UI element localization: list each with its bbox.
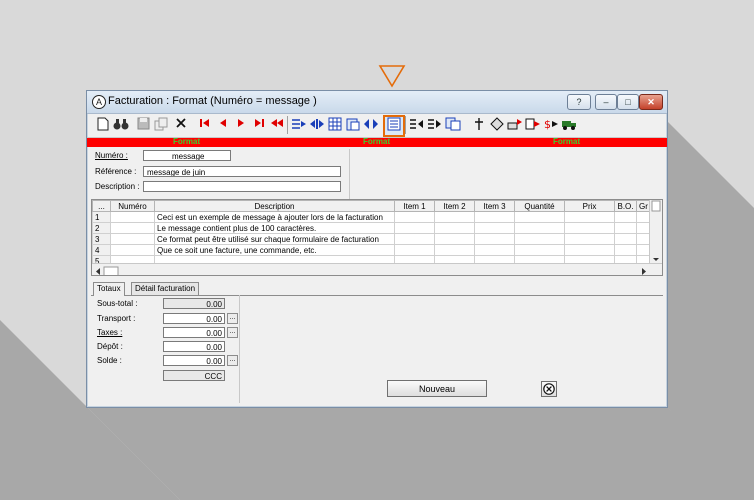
- column-header[interactable]: B.O.: [614, 200, 637, 212]
- app-icon: A: [92, 95, 106, 109]
- column-header[interactable]: ...: [92, 200, 111, 212]
- description-label: Description :: [95, 182, 140, 191]
- window-title: Facturation : Format (Numéro = message ): [108, 95, 317, 107]
- row-description[interactable]: Ce format peut être utilisé sur chaque f…: [154, 233, 395, 245]
- solde-field[interactable]: 0.00: [163, 355, 225, 366]
- new-document-icon[interactable]: [95, 117, 111, 133]
- swap-icon[interactable]: [363, 117, 379, 133]
- indent-left-icon[interactable]: [409, 117, 425, 133]
- reference-field[interactable]: message de juin: [143, 166, 341, 177]
- format-label-center: Format: [363, 137, 391, 146]
- tab-strip: Totaux Détail facturation: [91, 282, 663, 296]
- currency-field: CCC: [163, 370, 225, 381]
- next-record-icon[interactable]: [233, 117, 249, 133]
- help-button[interactable]: ?: [567, 94, 591, 110]
- sous-total-value: 0.00: [163, 298, 225, 309]
- truck-icon[interactable]: [561, 117, 577, 133]
- export-icon[interactable]: [525, 117, 541, 133]
- tab-totaux[interactable]: Totaux: [93, 282, 125, 296]
- solde-label: Solde :: [97, 356, 122, 365]
- detail-grid: ... Numéro Description Item 1 Item 2 Ite…: [91, 199, 663, 276]
- row-description[interactable]: Le message contient plus de 100 caractèr…: [154, 222, 395, 234]
- column-header[interactable]: Item 3: [474, 200, 515, 212]
- solde-lookup-button[interactable]: ...: [227, 355, 238, 366]
- title-bar[interactable]: A Facturation : Format (Numéro = message…: [87, 91, 667, 114]
- paste-record-icon[interactable]: [345, 117, 361, 133]
- taxes-lookup-button[interactable]: ...: [227, 327, 238, 338]
- header-right-panel: [349, 149, 666, 199]
- table-row[interactable]: 1 Ceci est un exemple de message à ajout…: [92, 211, 651, 223]
- toolbar-separator: [287, 116, 288, 134]
- toolbar-separator: [405, 116, 406, 134]
- cancel-circle-icon: [543, 383, 555, 395]
- previous-record-icon[interactable]: [215, 117, 231, 133]
- row-number: 3: [92, 233, 111, 245]
- column-header[interactable]: Prix: [564, 200, 615, 212]
- row-number: 4: [92, 244, 111, 256]
- format-label-right: Format: [553, 137, 581, 146]
- list-arrows-icon[interactable]: [291, 117, 307, 133]
- nouveau-button[interactable]: Nouveau: [387, 380, 487, 397]
- totals-panel: Sous-total : 0.00 Transport : 0.00 ... T…: [91, 295, 241, 385]
- tab-detail-facturation[interactable]: Détail facturation: [131, 282, 200, 295]
- transport-label: Transport :: [97, 314, 136, 323]
- row-description[interactable]: Que ce soit une facture, une commande, e…: [154, 244, 395, 256]
- transport-field[interactable]: 0.00: [163, 313, 225, 324]
- first-record-icon[interactable]: [197, 117, 213, 133]
- panel-divider: [239, 295, 240, 403]
- cancel-button[interactable]: [541, 381, 557, 397]
- copy-records-icon[interactable]: [445, 117, 461, 133]
- vertical-scrollbar[interactable]: [649, 200, 662, 263]
- taxes-label[interactable]: Taxes :: [97, 328, 122, 337]
- transfer-icon[interactable]: [507, 117, 523, 133]
- close-button[interactable]: ✕: [639, 94, 663, 110]
- transport-lookup-button[interactable]: ...: [227, 313, 238, 324]
- column-header[interactable]: Item 2: [434, 200, 475, 212]
- table-row[interactable]: 3 Ce format peut être utilisé sur chaque…: [92, 233, 651, 245]
- dollar-transfer-icon[interactable]: $: [543, 117, 559, 133]
- copy-icon[interactable]: [153, 117, 169, 133]
- column-header[interactable]: Item 1: [394, 200, 435, 212]
- table-header-row: ... Numéro Description Item 1 Item 2 Ite…: [92, 200, 651, 212]
- horizontal-scrollbar[interactable]: [92, 263, 662, 275]
- rewind-icon[interactable]: [269, 117, 285, 133]
- numero-field[interactable]: message: [143, 150, 231, 161]
- row-number: 1: [92, 211, 111, 223]
- description-field[interactable]: [143, 181, 341, 192]
- column-header[interactable]: Numéro: [110, 200, 155, 212]
- reference-label: Référence :: [95, 167, 137, 176]
- pointer-triangle-icon: [378, 65, 406, 88]
- indent-right-icon[interactable]: [427, 117, 443, 133]
- numero-label: Numéro :: [95, 151, 128, 160]
- depot-label: Dépôt :: [97, 342, 123, 351]
- facturation-window: A Facturation : Format (Numéro = message…: [86, 90, 668, 408]
- table-row[interactable]: 4 Que ce soit une facture, une commande,…: [92, 244, 651, 256]
- binoculars-icon[interactable]: [113, 117, 129, 133]
- save-icon[interactable]: [135, 117, 151, 133]
- maximize-button[interactable]: □: [617, 94, 639, 110]
- tag-arrow-icon[interactable]: [489, 117, 505, 133]
- format-banner: Format Format Format: [87, 137, 667, 147]
- delete-icon[interactable]: [173, 117, 189, 133]
- minimize-button[interactable]: –: [595, 94, 617, 110]
- detail-table: ... Numéro Description Item 1 Item 2 Ite…: [92, 200, 651, 267]
- last-record-icon[interactable]: [251, 117, 267, 133]
- move-rows-icon[interactable]: [309, 117, 325, 133]
- table-row[interactable]: 2 Le message contient plus de 100 caract…: [92, 222, 651, 234]
- row-description[interactable]: Ceci est un exemple de message à ajouter…: [154, 211, 395, 223]
- format-icon-selected[interactable]: [383, 115, 405, 137]
- format-label-left: Format: [173, 137, 201, 146]
- grid-select-icon[interactable]: [327, 117, 343, 133]
- toolbar: $: [87, 113, 667, 138]
- depot-field[interactable]: 0.00: [163, 341, 225, 352]
- header-form: Numéro : message Référence : message de …: [91, 149, 349, 199]
- sous-total-label: Sous-total :: [97, 299, 138, 308]
- taxes-field[interactable]: 0.00: [163, 327, 225, 338]
- column-header[interactable]: Description: [154, 200, 395, 212]
- row-number: 2: [92, 222, 111, 234]
- column-header[interactable]: Quantité: [514, 200, 565, 212]
- pin-icon[interactable]: [471, 117, 487, 133]
- svg-text:$: $: [544, 118, 551, 131]
